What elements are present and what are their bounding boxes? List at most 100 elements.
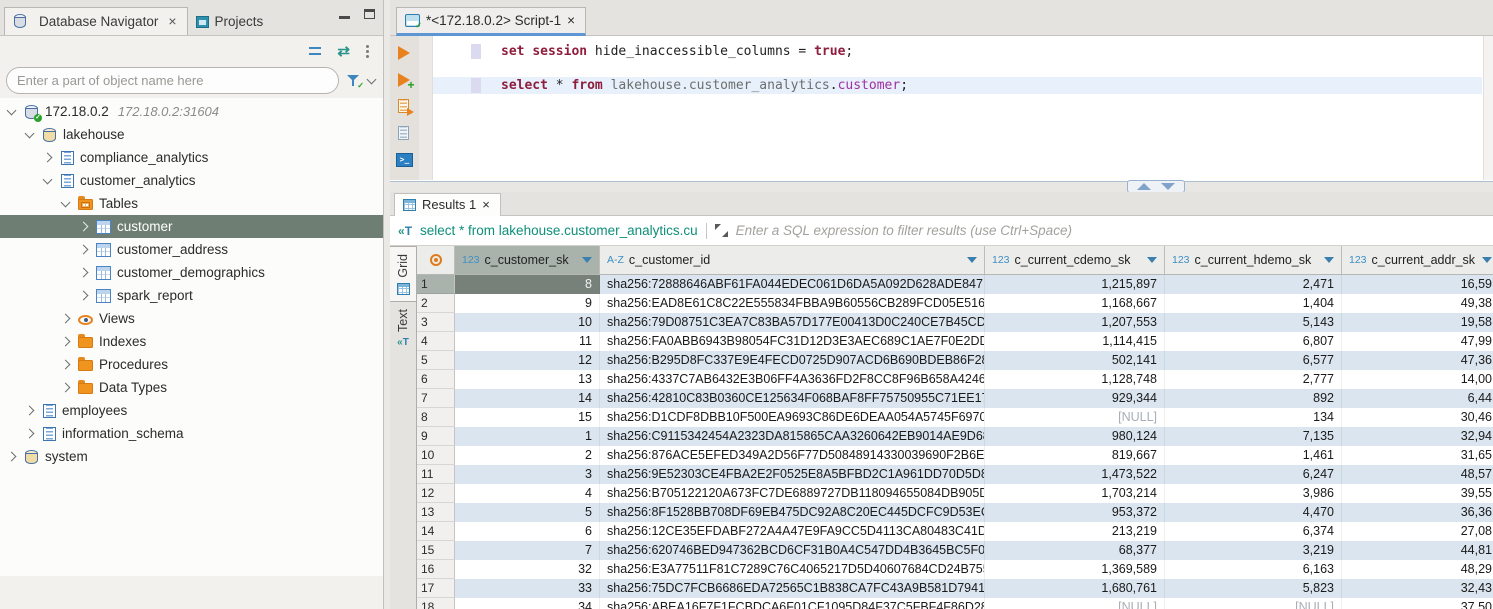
column-header-c_current_cdemo_sk[interactable]: 123c_current_cdemo_sk — [985, 246, 1165, 274]
collapse-down-icon[interactable] — [1161, 183, 1175, 190]
cell-c_customer_sk[interactable]: 3 — [455, 465, 600, 484]
cell-c_customer_id[interactable]: sha256:72888646ABF61FA044EDEC061D6DA5A09… — [600, 275, 985, 294]
row-header[interactable]: 15 — [417, 541, 455, 560]
editor-scrollbar[interactable] — [1483, 36, 1493, 180]
row-header[interactable]: 14 — [417, 522, 455, 541]
cell-c_customer_sk[interactable]: 5 — [455, 503, 600, 522]
execute-script-icon[interactable] — [397, 99, 413, 115]
cell-c_current_addr_sk[interactable]: 32,43 — [1342, 579, 1493, 598]
row-header[interactable]: 1 — [417, 275, 455, 294]
cell-c_customer_sk[interactable]: 4 — [455, 484, 600, 503]
chevron-right-icon[interactable] — [61, 314, 71, 324]
cell-c_current_cdemo_sk[interactable]: 68,377 — [985, 541, 1165, 560]
cell-c_customer_id[interactable]: sha256:620746BED947362BCD6CF31B0A4C547DD… — [600, 541, 985, 560]
column-menu-arrow-icon[interactable] — [1147, 257, 1157, 263]
cell-c_current_hdemo_sk[interactable]: 5,143 — [1165, 313, 1342, 332]
cell-c_customer_sk[interactable]: 34 — [455, 598, 600, 609]
row-header[interactable]: 11 — [417, 465, 455, 484]
cell-c_current_addr_sk[interactable]: 47,36 — [1342, 351, 1493, 370]
cell-c_current_hdemo_sk[interactable]: 2,777 — [1165, 370, 1342, 389]
cell-c_current_cdemo_sk[interactable]: [NULL] — [985, 598, 1165, 609]
cell-c_customer_sk[interactable]: 7 — [455, 541, 600, 560]
chevron-right-icon[interactable] — [61, 337, 71, 347]
column-menu-arrow-icon[interactable] — [1482, 257, 1492, 263]
cell-c_current_cdemo_sk[interactable]: 819,667 — [985, 446, 1165, 465]
cell-c_current_cdemo_sk[interactable]: 929,344 — [985, 389, 1165, 408]
tree-item-spark-report[interactable]: spark_report — [0, 284, 383, 307]
cell-c_customer_sk[interactable]: 32 — [455, 560, 600, 579]
cell-c_customer_sk[interactable]: 13 — [455, 370, 600, 389]
cell-c_customer_id[interactable]: sha256:ABEA16F7F1FCBDCA6F01CF1095D84F37C… — [600, 598, 985, 609]
cell-c_customer_id[interactable]: sha256:876ACE5EFED349A2D56F77D5084891433… — [600, 446, 985, 465]
cell-c_current_hdemo_sk[interactable]: 892 — [1165, 389, 1342, 408]
cell-c_customer_sk[interactable]: 6 — [455, 522, 600, 541]
cell-c_customer_id[interactable]: sha256:B705122120A673FC7DE6889727DB11809… — [600, 484, 985, 503]
cell-c_current_cdemo_sk[interactable]: 1,128,748 — [985, 370, 1165, 389]
execute-new-tab-icon[interactable]: + — [397, 72, 413, 88]
cell-c_current_addr_sk[interactable]: 19,58 — [1342, 313, 1493, 332]
row-header[interactable]: 13 — [417, 503, 455, 522]
cell-c_current_hdemo_sk[interactable]: 6,374 — [1165, 522, 1342, 541]
collapse-all-icon[interactable] — [309, 47, 321, 55]
cell-c_customer_sk[interactable]: 11 — [455, 332, 600, 351]
tree-item-lakehouse[interactable]: lakehouse — [0, 123, 383, 146]
cell-c_current_addr_sk[interactable]: 39,55 — [1342, 484, 1493, 503]
cell-c_customer_sk[interactable]: 33 — [455, 579, 600, 598]
tab-script-1[interactable]: *<172.18.0.2> Script-1 × — [396, 7, 586, 36]
chevron-right-icon[interactable] — [7, 452, 17, 462]
column-menu-arrow-icon[interactable] — [967, 257, 977, 263]
cell-c_current_hdemo_sk[interactable]: 134 — [1165, 408, 1342, 427]
cell-c_customer_id[interactable]: sha256:C9115342454A2323DA815865CAA326064… — [600, 427, 985, 446]
view-menu-icon[interactable] — [366, 45, 369, 58]
column-menu-arrow-icon[interactable] — [1324, 257, 1334, 263]
cell-c_current_addr_sk[interactable]: 6,44 — [1342, 389, 1493, 408]
grid-corner-cell[interactable] — [417, 246, 455, 274]
tree-item-procedures[interactable]: Procedures — [0, 353, 383, 376]
close-icon[interactable]: × — [482, 197, 490, 212]
row-header[interactable]: 6 — [417, 370, 455, 389]
cell-c_current_cdemo_sk[interactable]: 1,168,667 — [985, 294, 1165, 313]
chevron-right-icon[interactable] — [79, 268, 89, 278]
filter-input[interactable]: Enter a SQL expression to filter results… — [736, 223, 1072, 238]
chevron-right-icon[interactable] — [79, 291, 89, 301]
cell-c_current_cdemo_sk[interactable]: 1,473,522 — [985, 465, 1165, 484]
cell-c_current_cdemo_sk[interactable]: 1,703,214 — [985, 484, 1165, 503]
cell-c_current_hdemo_sk[interactable]: 2,471 — [1165, 275, 1342, 294]
cell-c_customer_id[interactable]: sha256:12CE35EFDABF272A4A47E9FA9CC5D4113… — [600, 522, 985, 541]
row-header[interactable]: 9 — [417, 427, 455, 446]
cell-c_current_cdemo_sk[interactable]: 1,215,897 — [985, 275, 1165, 294]
cell-c_customer_sk[interactable]: 2 — [455, 446, 600, 465]
cell-c_current_cdemo_sk[interactable]: 1,114,415 — [985, 332, 1165, 351]
tree-item-indexes[interactable]: Indexes — [0, 330, 383, 353]
chevron-down-icon[interactable] — [43, 174, 53, 184]
code-line-3[interactable]: select * from lakehouse.customer_analyti… — [433, 77, 1482, 94]
cell-c_current_addr_sk[interactable]: 37,50 — [1342, 598, 1493, 609]
chevron-right-icon[interactable] — [25, 429, 35, 439]
cell-c_current_addr_sk[interactable]: 48,29 — [1342, 560, 1493, 579]
tree-item-employees[interactable]: employees — [0, 399, 383, 422]
cell-c_current_addr_sk[interactable]: 44,81 — [1342, 541, 1493, 560]
close-icon[interactable]: × — [567, 13, 575, 28]
column-menu-arrow-icon[interactable] — [582, 257, 592, 263]
cell-c_customer_id[interactable]: sha256:B295D8FC337E9E4FECD0725D907ACD6B6… — [600, 351, 985, 370]
column-header-c_customer_id[interactable]: A-Zc_customer_id — [600, 246, 985, 274]
row-header[interactable]: 7 — [417, 389, 455, 408]
search-input[interactable]: Enter a part of object name here — [6, 67, 339, 94]
row-header[interactable]: 2 — [417, 294, 455, 313]
cell-c_customer_id[interactable]: sha256:4337C7AB6432E3B06FF4A3636FD2F8CC8… — [600, 370, 985, 389]
row-header[interactable]: 5 — [417, 351, 455, 370]
code-line-2[interactable] — [433, 60, 1482, 77]
column-header-c_current_addr_sk[interactable]: 123c_current_addr_sk — [1342, 246, 1493, 274]
cell-c_customer_sk[interactable]: 12 — [455, 351, 600, 370]
tab-projects[interactable]: Projects — [188, 9, 274, 35]
chevron-down-icon[interactable] — [61, 197, 71, 207]
cell-c_current_hdemo_sk[interactable]: 4,470 — [1165, 503, 1342, 522]
cell-c_current_addr_sk[interactable]: 14,00 — [1342, 370, 1493, 389]
tree-item-compliance-analytics[interactable]: compliance_analytics — [0, 146, 383, 169]
cell-c_current_hdemo_sk[interactable]: 1,404 — [1165, 294, 1342, 313]
cell-c_current_cdemo_sk[interactable]: 980,124 — [985, 427, 1165, 446]
cell-c_current_hdemo_sk[interactable]: 6,163 — [1165, 560, 1342, 579]
chevron-right-icon[interactable] — [79, 245, 89, 255]
cell-c_current_hdemo_sk[interactable]: [NULL] — [1165, 598, 1342, 609]
cell-c_current_cdemo_sk[interactable]: 213,219 — [985, 522, 1165, 541]
